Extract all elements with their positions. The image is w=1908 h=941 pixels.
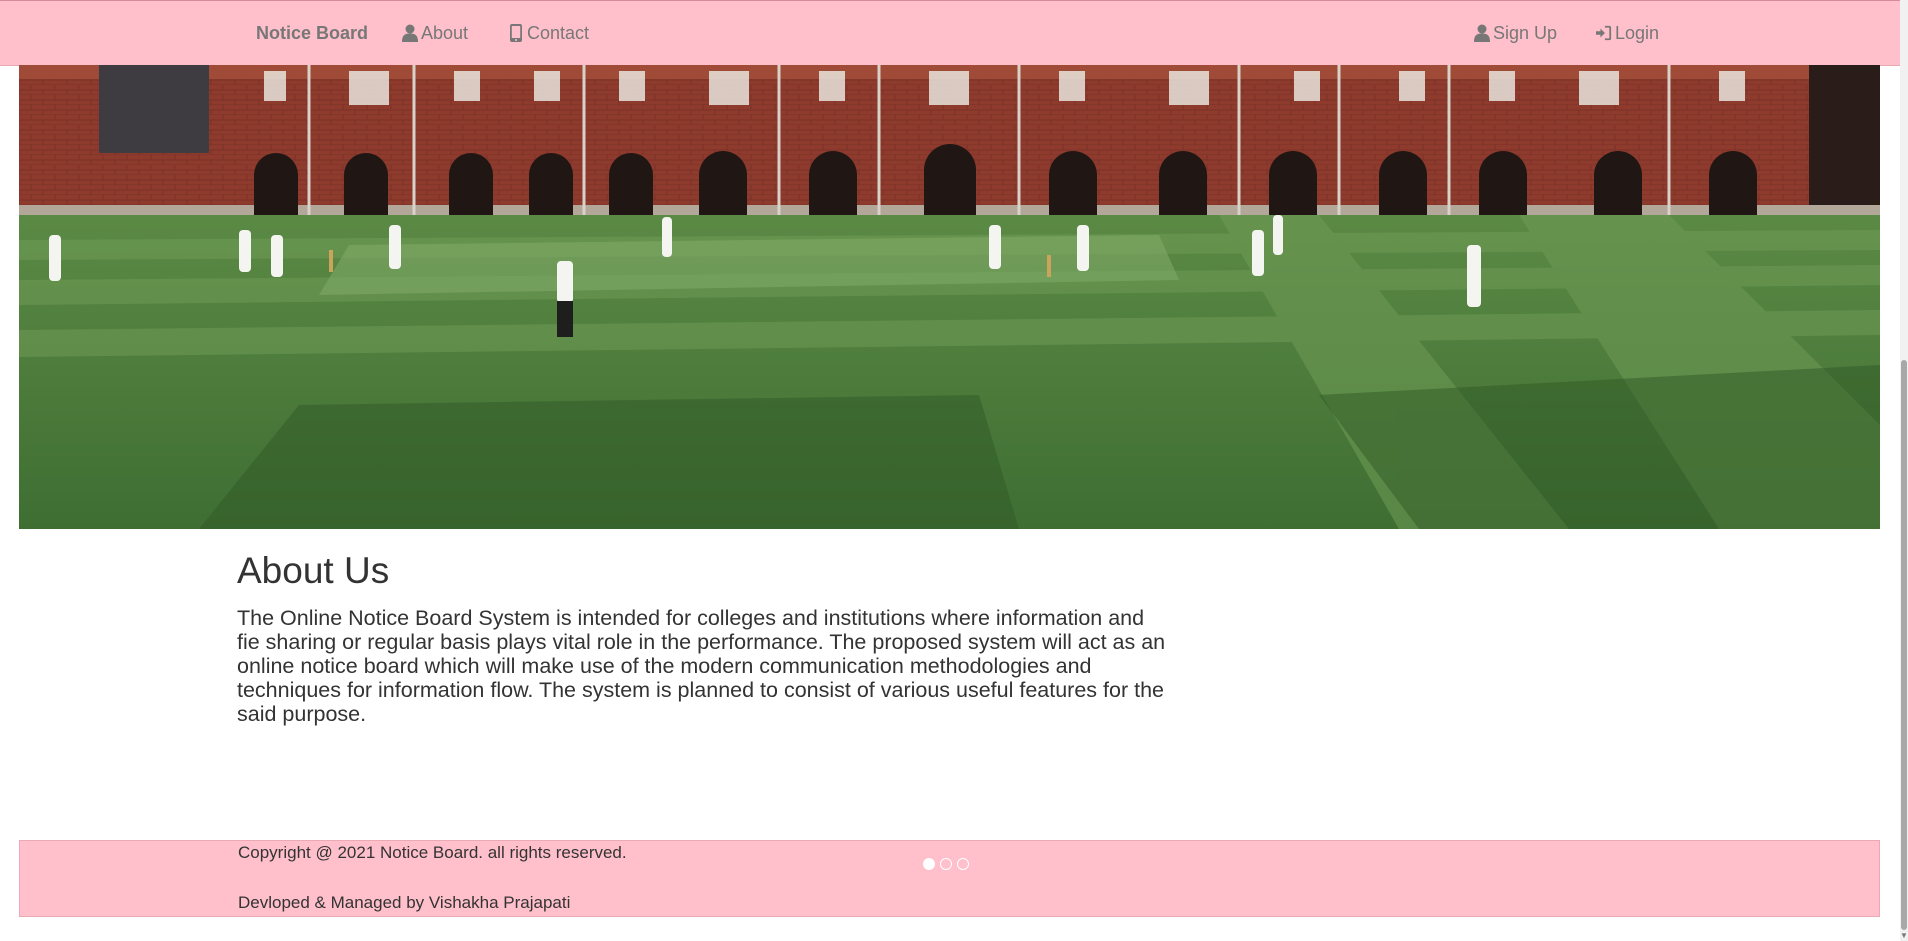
about-us-heading: About Us (237, 550, 390, 591)
page-scrollbar[interactable]: ▼ (1900, 0, 1908, 941)
login-icon (1596, 25, 1612, 41)
user-icon (1474, 24, 1490, 42)
nav-contact-label: Contact (527, 23, 590, 43)
nav-login-label: Login (1615, 23, 1660, 43)
brand-link[interactable]: Notice Board (256, 1, 368, 65)
carousel-dot-2[interactable] (940, 858, 952, 870)
about-us-text: The Online Notice Board System is intend… (237, 606, 1166, 726)
hero-carousel-image (19, 65, 1880, 529)
footer: Copyright @ 2021 Notice Board. all right… (19, 840, 1880, 917)
developer-credit: Devloped & Managed by Vishakha Prajapati (238, 893, 571, 912)
scroll-down-arrow-icon[interactable]: ▼ (1900, 931, 1908, 941)
scrollbar-thumb[interactable] (1901, 360, 1907, 930)
user-icon (402, 24, 418, 42)
nav-contact-link[interactable]: Contact (508, 1, 589, 65)
phone-icon (510, 24, 522, 42)
carousel-indicators (923, 858, 969, 870)
carousel-dot-3[interactable] (957, 858, 969, 870)
nav-signup-link[interactable]: Sign Up (1474, 1, 1557, 65)
nav-signup-label: Sign Up (1493, 23, 1558, 43)
top-navbar: Notice Board About Contact Sign Up Login (0, 0, 1900, 66)
copyright-text: Copyright @ 2021 Notice Board. all right… (238, 843, 627, 862)
nav-about-link[interactable]: About (402, 1, 468, 65)
nav-about-label: About (421, 23, 469, 43)
nav-login-link[interactable]: Login (1596, 1, 1659, 65)
carousel-dot-1[interactable] (923, 858, 935, 870)
